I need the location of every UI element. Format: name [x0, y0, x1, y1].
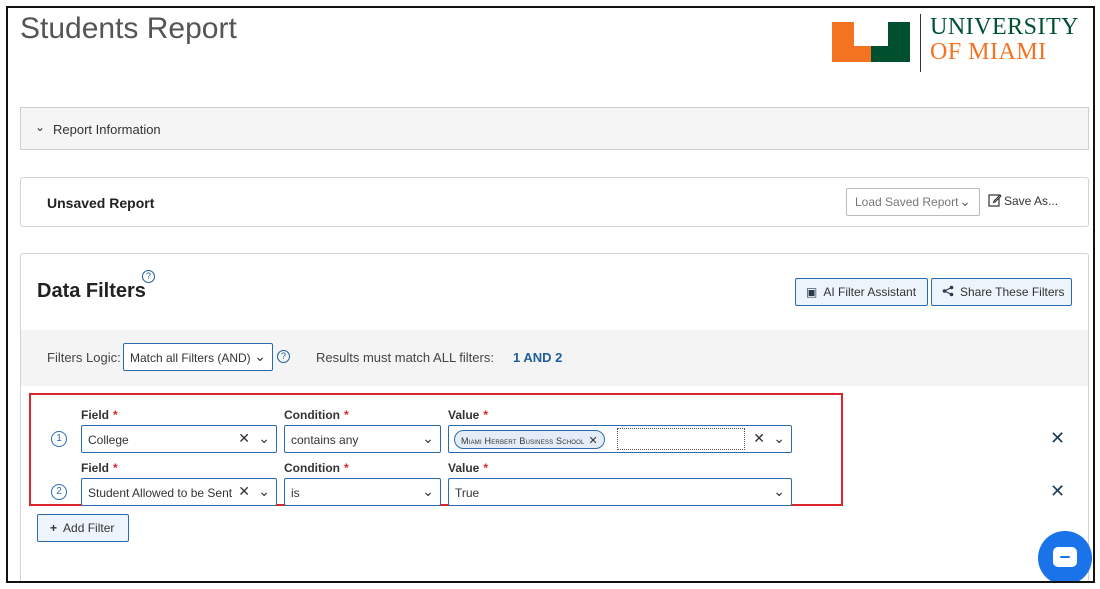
filter-number-badge: 1 — [51, 431, 67, 447]
field-select[interactable]: College ✕ ⌄ — [81, 425, 277, 453]
field-label: Field * — [81, 408, 118, 422]
field-label: Field * — [81, 461, 118, 475]
condition-select[interactable]: contains any ⌄ — [284, 425, 441, 453]
edit-icon — [988, 194, 1002, 207]
logo-text-university: UNIVERSITY — [930, 14, 1079, 40]
report-information-label: Report Information — [53, 122, 161, 137]
university-logo: UNIVERSITY OF MIAMI — [832, 12, 1092, 74]
chevron-down-icon[interactable]: ⌄ — [773, 483, 785, 500]
chevron-down-icon: ⌄ — [959, 193, 971, 209]
condition-select[interactable]: is ⌄ — [284, 478, 441, 506]
filters-logic-label: Filters Logic: — [47, 350, 121, 365]
logo-text-of-miami: OF MIAMI — [930, 39, 1047, 65]
condition-label-text: Condition — [284, 461, 340, 475]
unsaved-report-panel: Unsaved Report Load Saved Report ⌄ Save … — [20, 177, 1089, 227]
value-search-input[interactable] — [617, 428, 745, 450]
plus-icon: + — [50, 521, 58, 535]
page-title: Students Report — [20, 12, 237, 45]
required-marker: * — [113, 408, 118, 422]
filters-logic-value: Match all Filters (AND) — [130, 351, 251, 365]
clear-icon[interactable]: ✕ — [238, 483, 250, 500]
chevron-down-icon[interactable]: ⌄ — [258, 430, 270, 447]
save-as-label: Save As... — [1004, 194, 1059, 208]
filter-number-badge: 2 — [51, 484, 67, 500]
condition-label: Condition * — [284, 461, 349, 475]
results-text: Results must match ALL filters: — [316, 350, 494, 365]
load-saved-report-label: Load Saved Report — [855, 195, 959, 209]
data-filters-title: Data Filters — [37, 280, 146, 302]
condition-value: is — [291, 486, 300, 500]
required-marker: * — [483, 461, 489, 475]
chat-button[interactable] — [1038, 531, 1092, 581]
chevron-down-icon[interactable]: ⌄ — [422, 430, 434, 447]
field-select[interactable]: Student Allowed to be Sent ✕ ⌄ — [81, 478, 277, 506]
value-label-text: Value — [448, 408, 480, 422]
required-marker: * — [343, 408, 349, 422]
add-filter-label: Add Filter — [63, 521, 115, 535]
share-filters-button[interactable]: Share These Filters — [931, 278, 1072, 306]
chat-icon — [1053, 547, 1077, 567]
help-icon[interactable]: ? — [277, 350, 290, 363]
required-marker: * — [483, 408, 489, 422]
remove-chip-icon[interactable]: ✕ — [589, 435, 598, 447]
logic-expression: 1 AND 2 — [513, 350, 563, 365]
filter-row: 2 Field * Student Allowed to be Sent ✕ ⌄ … — [21, 457, 1088, 507]
chevron-down-icon: ⌄ — [254, 348, 266, 364]
logo-divider — [920, 14, 921, 72]
filter-row: 1 Field * College ✕ ⌄ Condition * contains… — [21, 404, 1088, 454]
u-logo-icon — [832, 22, 910, 62]
chevron-down-icon[interactable]: ⌄ — [773, 430, 785, 447]
filters-logic-select[interactable]: Match all Filters (AND) ⌄ — [123, 343, 273, 371]
report-information-panel[interactable]: ⌄ Report Information — [20, 107, 1089, 150]
field-label-text: Field — [81, 408, 110, 422]
clear-icon[interactable]: ✕ — [753, 430, 765, 447]
value-label-text: Value — [448, 461, 480, 475]
data-filters-panel: Data Filters ? ▣ AI Filter Assistant Shar… — [20, 253, 1089, 581]
chevron-down-icon[interactable]: ⌄ — [422, 483, 434, 500]
required-marker: * — [343, 461, 349, 475]
app-window: Students Report UNIVERSITY OF MIAMI ⌄ Re… — [6, 6, 1095, 583]
condition-label: Condition * — [284, 408, 349, 422]
field-value: Student Allowed to be Sent — [88, 486, 233, 500]
share-filters-label: Share These Filters — [960, 285, 1065, 299]
robot-icon: ▣ — [806, 285, 818, 299]
chevron-down-icon: ⌄ — [35, 120, 46, 134]
load-saved-report-select[interactable]: Load Saved Report ⌄ — [846, 188, 980, 216]
add-filter-button[interactable]: + Add Filter — [37, 514, 129, 542]
field-value: College — [88, 433, 129, 447]
filters-logic-bar: Filters Logic: Match all Filters (AND) ⌄… — [21, 330, 1088, 386]
value-label: Value * — [448, 461, 488, 475]
value-chip[interactable]: Miami Herbert Business School ✕ — [454, 430, 605, 449]
remove-filter-icon[interactable]: ✕ — [1050, 481, 1065, 502]
value-label: Value * — [448, 408, 488, 422]
help-icon[interactable]: ? — [142, 270, 155, 283]
value-value: True — [455, 486, 480, 500]
remove-filter-icon[interactable]: ✕ — [1050, 428, 1065, 449]
field-label-text: Field — [81, 461, 110, 475]
condition-value: contains any — [291, 433, 359, 447]
save-as-button[interactable]: Save As... — [988, 193, 1058, 208]
share-icon — [942, 285, 954, 297]
ai-filter-assistant-label: AI Filter Assistant — [823, 285, 917, 299]
required-marker: * — [113, 461, 118, 475]
clear-icon[interactable]: ✕ — [238, 430, 250, 447]
condition-label-text: Condition — [284, 408, 340, 422]
value-select[interactable]: True ⌄ — [448, 478, 792, 506]
ai-filter-assistant-button[interactable]: ▣ AI Filter Assistant — [795, 278, 928, 306]
value-chip-label: Miami Herbert Business School — [461, 436, 585, 446]
chevron-down-icon[interactable]: ⌄ — [258, 483, 270, 500]
unsaved-report-label: Unsaved Report — [47, 195, 155, 211]
value-multiselect[interactable]: Miami Herbert Business School ✕ ✕ ⌄ — [448, 425, 792, 453]
